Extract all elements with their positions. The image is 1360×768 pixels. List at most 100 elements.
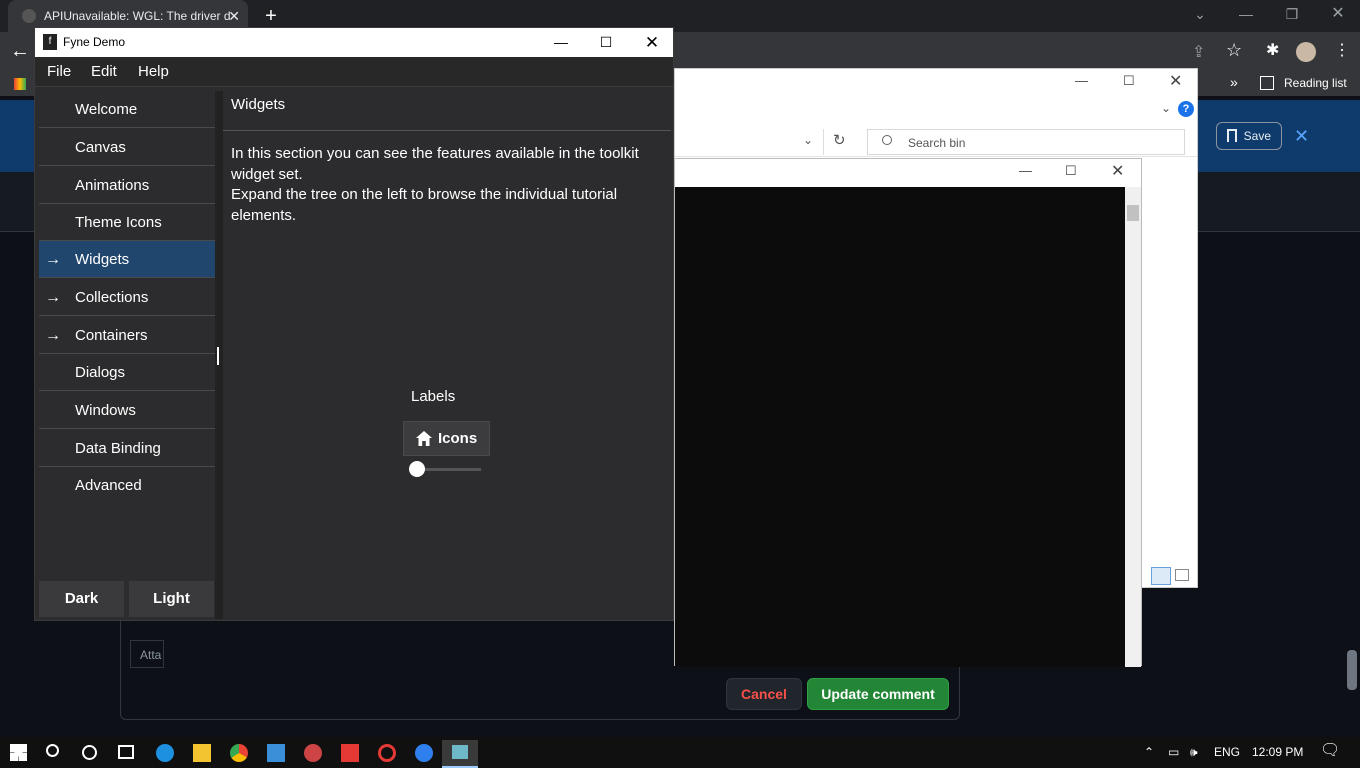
app-icon[interactable] xyxy=(304,744,322,762)
maximize-icon[interactable]: ☐ xyxy=(583,28,629,57)
window-titlebar[interactable]: f Fyne Demo — ☐ ✕ xyxy=(35,28,673,57)
page-scrollbar[interactable] xyxy=(1344,232,1360,740)
details-view-icon[interactable] xyxy=(1151,567,1171,585)
menu-edit[interactable]: Edit xyxy=(91,57,117,87)
nav-item-containers[interactable]: → Containers xyxy=(39,317,215,354)
fyne-app-icon xyxy=(452,745,468,759)
arrow-right-icon[interactable]: → xyxy=(45,317,61,354)
task-view-icon[interactable] xyxy=(118,745,134,759)
attach-files-label[interactable]: Atta xyxy=(130,640,164,668)
nav-item-collections[interactable]: → Collections xyxy=(39,279,215,316)
cortana-icon[interactable] xyxy=(82,745,97,760)
console-close-icon[interactable]: ✕ xyxy=(1111,161,1124,181)
edge-icon[interactable] xyxy=(156,744,174,762)
explorer-maximize-icon[interactable]: ☐ xyxy=(1123,73,1135,89)
search-icon[interactable] xyxy=(46,744,59,757)
explorer-close-icon[interactable]: ✕ xyxy=(1169,71,1182,91)
nav-item-canvas[interactable]: Canvas xyxy=(39,129,215,166)
nav-item-theme-icons[interactable]: Theme Icons xyxy=(39,204,215,241)
page-title: Widgets xyxy=(231,96,286,113)
start-icon[interactable] xyxy=(10,744,27,761)
file-explorer-icon[interactable] xyxy=(193,744,211,762)
minimize-icon[interactable]: — xyxy=(538,28,584,57)
slider-knob[interactable] xyxy=(409,461,425,477)
notifications-icon[interactable]: 🗨 xyxy=(1320,735,1340,766)
explorer-minimize-icon[interactable]: — xyxy=(1075,73,1088,88)
address-dropdown-icon[interactable]: ⌄ xyxy=(803,133,813,147)
nav-item-windows[interactable]: Windows xyxy=(39,392,215,429)
star-icon[interactable]: ☆ xyxy=(1226,40,1242,61)
clock[interactable]: 12:09 PM xyxy=(1252,737,1303,768)
network-icon[interactable]: ▭ xyxy=(1168,737,1179,768)
icons-button[interactable]: Icons xyxy=(403,421,490,456)
console-scroll-thumb[interactable] xyxy=(1127,205,1139,221)
close-icon[interactable]: ✕ xyxy=(1318,0,1358,28)
menu-help[interactable]: Help xyxy=(138,57,169,87)
nav-item-welcome[interactable]: Welcome xyxy=(39,91,215,128)
chrome-icon[interactable] xyxy=(230,744,248,762)
close-icon[interactable]: ✕ xyxy=(629,28,675,57)
nav-item-label: Welcome xyxy=(75,101,138,118)
divider-handle[interactable] xyxy=(217,347,219,365)
arrow-right-icon[interactable]: → xyxy=(45,241,61,278)
nav-item-widgets[interactable]: → Widgets xyxy=(39,241,215,278)
console-scrollbar[interactable] xyxy=(1125,187,1141,667)
back-icon[interactable]: ← xyxy=(10,40,30,63)
nav-item-advanced[interactable]: Advanced xyxy=(39,467,215,504)
extensions-icon[interactable]: ✱ xyxy=(1266,40,1279,60)
explorer-search-input[interactable]: Search bin xyxy=(867,129,1185,155)
cancel-button[interactable]: Cancel xyxy=(726,678,802,710)
keyboard-icon[interactable] xyxy=(267,744,285,762)
save-button[interactable]: Save xyxy=(1216,122,1282,150)
search-placeholder: Search bin xyxy=(908,136,966,150)
reading-list-icon xyxy=(1260,76,1274,90)
nav-item-label: Containers xyxy=(75,327,148,344)
nav-item-dialogs[interactable]: Dialogs xyxy=(39,354,215,391)
tab-favicon-icon xyxy=(22,9,36,23)
minimize-icon[interactable]: — xyxy=(1226,0,1266,28)
scrollbar-thumb[interactable] xyxy=(1347,650,1357,690)
language-indicator[interactable]: ENG xyxy=(1214,737,1240,768)
new-tab-button[interactable]: + xyxy=(260,4,282,28)
nav-item-label: Advanced xyxy=(75,477,142,494)
apps-icon[interactable] xyxy=(14,78,26,90)
restore-icon[interactable]: ❐ xyxy=(1272,0,1312,28)
firefox-icon[interactable] xyxy=(415,744,433,762)
tab-title: APIUnavailable: WGL: The driver d xyxy=(44,9,231,23)
title-separator xyxy=(223,130,671,131)
large-icons-view-icon[interactable] xyxy=(1175,569,1189,581)
nav-item-data-binding[interactable]: Data Binding xyxy=(39,430,215,467)
share-icon[interactable]: ⇪ xyxy=(1192,42,1205,62)
light-theme-button[interactable]: Light xyxy=(129,581,214,617)
console-output[interactable] xyxy=(675,187,1125,667)
help-icon[interactable]: ? xyxy=(1178,101,1194,117)
nav-item-animations[interactable]: Animations xyxy=(39,167,215,204)
volume-icon[interactable]: 🕪 xyxy=(1190,737,1198,768)
slider[interactable] xyxy=(409,461,481,477)
refresh-icon[interactable]: ↻ xyxy=(833,131,846,149)
avatar[interactable] xyxy=(1296,42,1316,62)
arrow-right-icon[interactable]: → xyxy=(45,279,61,316)
chevron-up-icon[interactable]: ⌃ xyxy=(1144,737,1154,768)
console-maximize-icon[interactable]: ☐ xyxy=(1065,163,1077,179)
more-bookmarks-icon[interactable]: » xyxy=(1230,74,1238,90)
intro-text: In this section you can see the features… xyxy=(231,144,671,226)
fyne-demo-window: f Fyne Demo — ☐ ✕ File Edit Help Welcome… xyxy=(34,27,674,621)
bookmark-icon xyxy=(1227,129,1237,142)
menu-file[interactable]: File xyxy=(47,57,71,87)
menu-bar: File Edit Help xyxy=(35,57,673,87)
console-minimize-icon[interactable]: — xyxy=(1019,163,1032,178)
banner-close-icon[interactable]: ✕ xyxy=(1294,126,1309,147)
chevron-down-icon[interactable]: ⌄ xyxy=(1180,0,1220,28)
split-divider[interactable] xyxy=(215,91,223,619)
anydesk-icon[interactable] xyxy=(341,744,359,762)
icons-button-label: Icons xyxy=(438,430,478,447)
update-comment-button[interactable]: Update comment xyxy=(807,678,949,710)
reading-list-label[interactable]: Reading list xyxy=(1284,76,1347,90)
ribbon-expand-icon[interactable]: ⌄ xyxy=(1161,101,1171,115)
fyne-taskbar-item[interactable] xyxy=(442,740,478,768)
menu-dots-icon[interactable]: ⋮ xyxy=(1334,40,1350,60)
dark-theme-button[interactable]: Dark xyxy=(39,581,124,617)
app-red-icon[interactable] xyxy=(378,744,396,762)
address-divider xyxy=(823,129,824,155)
